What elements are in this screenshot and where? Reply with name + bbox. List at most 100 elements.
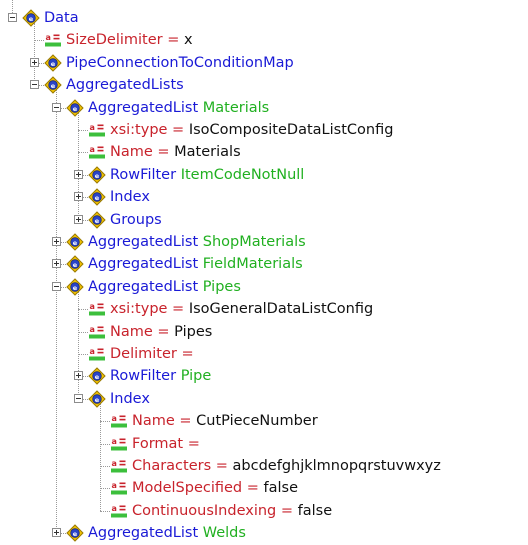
element-key-value: Pipe bbox=[180, 368, 212, 385]
expand-icon[interactable] bbox=[52, 259, 61, 269]
tree-connector-line bbox=[100, 488, 110, 490]
xml-attribute-icon: a bbox=[110, 457, 128, 475]
tree-node-label: AggregatedList Pipes bbox=[88, 278, 241, 296]
expand-icon[interactable] bbox=[74, 192, 83, 202]
tree-node-element[interactable]: e RowFilter Pipe bbox=[0, 366, 528, 388]
tree-node-attribute[interactable]: a Name = Pipes bbox=[0, 322, 528, 344]
svg-text:e: e bbox=[95, 396, 100, 404]
tree-node-element[interactable]: e AggregatedList Pipes bbox=[0, 277, 528, 299]
svg-text:a: a bbox=[112, 414, 117, 423]
tree-node-element[interactable]: e AggregatedList FieldMaterials bbox=[0, 254, 528, 276]
tree-node-label: AggregatedList Welds bbox=[88, 524, 246, 542]
svg-text:a: a bbox=[90, 325, 95, 334]
svg-text:a: a bbox=[112, 504, 117, 513]
tree-node-attribute[interactable]: a ModelSpecified = false bbox=[0, 478, 528, 500]
tree-node-label: AggregatedLists bbox=[66, 76, 184, 94]
element-name: AggregatedList bbox=[88, 278, 199, 295]
tree-node-attribute[interactable]: a Delimiter = bbox=[0, 344, 528, 366]
tree-node-label: RowFilter Pipe bbox=[110, 367, 211, 385]
tree-node-element[interactable]: e AggregatedList ShopMaterials bbox=[0, 232, 528, 254]
tree-node-label: Data bbox=[44, 9, 79, 27]
svg-text:e: e bbox=[95, 172, 100, 180]
collapse-icon[interactable] bbox=[52, 102, 61, 112]
tree-node-label: xsi:type = IsoGeneralDataListConfig bbox=[110, 300, 373, 318]
tree-node-attribute[interactable]: a SizeDelimiter = x bbox=[0, 30, 528, 52]
svg-text:e: e bbox=[73, 284, 78, 292]
tree-node-label: AggregatedList ShopMaterials bbox=[88, 233, 306, 251]
xml-element-icon: e bbox=[66, 255, 84, 274]
tree-node-attribute[interactable]: a xsi:type = IsoGeneralDataListConfig bbox=[0, 299, 528, 321]
element-name: RowFilter bbox=[110, 368, 177, 385]
expand-icon[interactable] bbox=[74, 371, 83, 381]
tree-node-attribute[interactable]: a Format = bbox=[0, 434, 528, 456]
tree-node-element[interactable]: e Index bbox=[0, 389, 528, 411]
element-name: Groups bbox=[110, 211, 162, 228]
attribute-name: SizeDelimiter bbox=[66, 32, 163, 49]
tree-node-element[interactable]: e AggregatedList Materials bbox=[0, 98, 528, 120]
expand-icon[interactable] bbox=[52, 528, 61, 538]
attribute-value: x bbox=[184, 32, 193, 49]
element-name: AggregatedList bbox=[88, 234, 199, 250]
attribute-equals: = bbox=[152, 144, 175, 161]
xml-tree-view[interactable]: e Data a SizeDelimiter = x e PipeConnectionTo… bbox=[0, 0, 528, 542]
tree-node-element[interactable]: e Index bbox=[0, 187, 528, 209]
tree-node-attribute[interactable]: a Characters = abcdefghjklmnopqrstuvwxyz bbox=[0, 456, 528, 478]
element-name: Data bbox=[44, 10, 79, 26]
tree-node-element[interactable]: e Data bbox=[0, 8, 528, 30]
attribute-equals: = bbox=[162, 32, 185, 49]
tree-node-label: Format = bbox=[132, 435, 204, 453]
collapse-icon[interactable] bbox=[74, 393, 83, 403]
tree-connector-line bbox=[78, 354, 88, 355]
attribute-value: IsoGeneralDataListConfig bbox=[188, 301, 374, 318]
element-name: AggregatedList bbox=[88, 99, 199, 116]
svg-text:e: e bbox=[73, 104, 78, 112]
tree-node-label: SizeDelimiter = x bbox=[66, 31, 193, 49]
xml-attribute-icon: a bbox=[88, 323, 106, 341]
expand-icon[interactable] bbox=[74, 214, 83, 224]
element-name: RowFilter bbox=[110, 166, 177, 183]
tree-node-attribute[interactable]: a Name = Materials bbox=[0, 142, 528, 164]
tree-node-label: Name = Materials bbox=[110, 143, 241, 161]
expand-icon[interactable] bbox=[52, 237, 61, 246]
collapse-icon[interactable] bbox=[52, 281, 61, 291]
xml-attribute-icon: a bbox=[88, 300, 106, 318]
collapse-icon[interactable] bbox=[8, 13, 17, 22]
xml-element-icon: e bbox=[44, 54, 62, 72]
attribute-value: false bbox=[263, 480, 299, 497]
svg-text:e: e bbox=[29, 15, 34, 23]
tree-node-label: ModelSpecified = false bbox=[132, 479, 298, 497]
attribute-value: Materials bbox=[174, 144, 241, 161]
svg-text:e: e bbox=[51, 82, 56, 90]
attribute-equals: = bbox=[211, 458, 233, 474]
tree-node-attribute[interactable]: a ContinuousIndexing = false bbox=[0, 501, 528, 523]
attribute-equals: = bbox=[167, 122, 189, 138]
tree-node-element[interactable]: e RowFilter ItemCodeNotNull bbox=[0, 165, 528, 187]
xml-element-icon: e bbox=[88, 390, 106, 408]
tree-node-element[interactable]: e PipeConnectionToConditionMap bbox=[0, 53, 528, 75]
tree-node-label: Index bbox=[110, 390, 150, 408]
attribute-name: Characters bbox=[132, 458, 212, 474]
tree-node-element[interactable]: e AggregatedLists bbox=[0, 75, 528, 97]
element-name: AggregatedList bbox=[88, 525, 199, 542]
tree-node-attribute[interactable]: a Name = CutPieceNumber bbox=[0, 411, 528, 433]
element-name: AggregatedList bbox=[88, 256, 199, 273]
expand-icon[interactable] bbox=[74, 169, 83, 179]
attribute-name: Name bbox=[110, 323, 153, 340]
tree-node-label: RowFilter ItemCodeNotNull bbox=[110, 166, 304, 184]
attribute-name: Name bbox=[110, 144, 153, 161]
attribute-name: ContinuousIndexing bbox=[132, 502, 277, 519]
tree-node-element[interactable]: e AggregatedList Welds bbox=[0, 523, 528, 545]
tree-node-element[interactable]: e Groups bbox=[0, 210, 528, 232]
element-key-value: FieldMaterials bbox=[202, 256, 303, 273]
tree-node-attribute[interactable]: a xsi:type = IsoCompositeDataListConfig bbox=[0, 120, 528, 142]
xml-attribute-icon: a bbox=[110, 435, 128, 453]
xml-attribute-icon: a bbox=[110, 479, 128, 497]
collapse-icon[interactable] bbox=[30, 80, 39, 90]
xml-element-icon: e bbox=[66, 233, 84, 251]
svg-text:a: a bbox=[112, 459, 117, 468]
tree-connector-line bbox=[78, 152, 88, 154]
tree-connector-line bbox=[34, 40, 44, 42]
xml-attribute-icon: a bbox=[110, 412, 128, 430]
expand-icon[interactable] bbox=[30, 57, 39, 67]
tree-connector-line bbox=[78, 331, 88, 333]
